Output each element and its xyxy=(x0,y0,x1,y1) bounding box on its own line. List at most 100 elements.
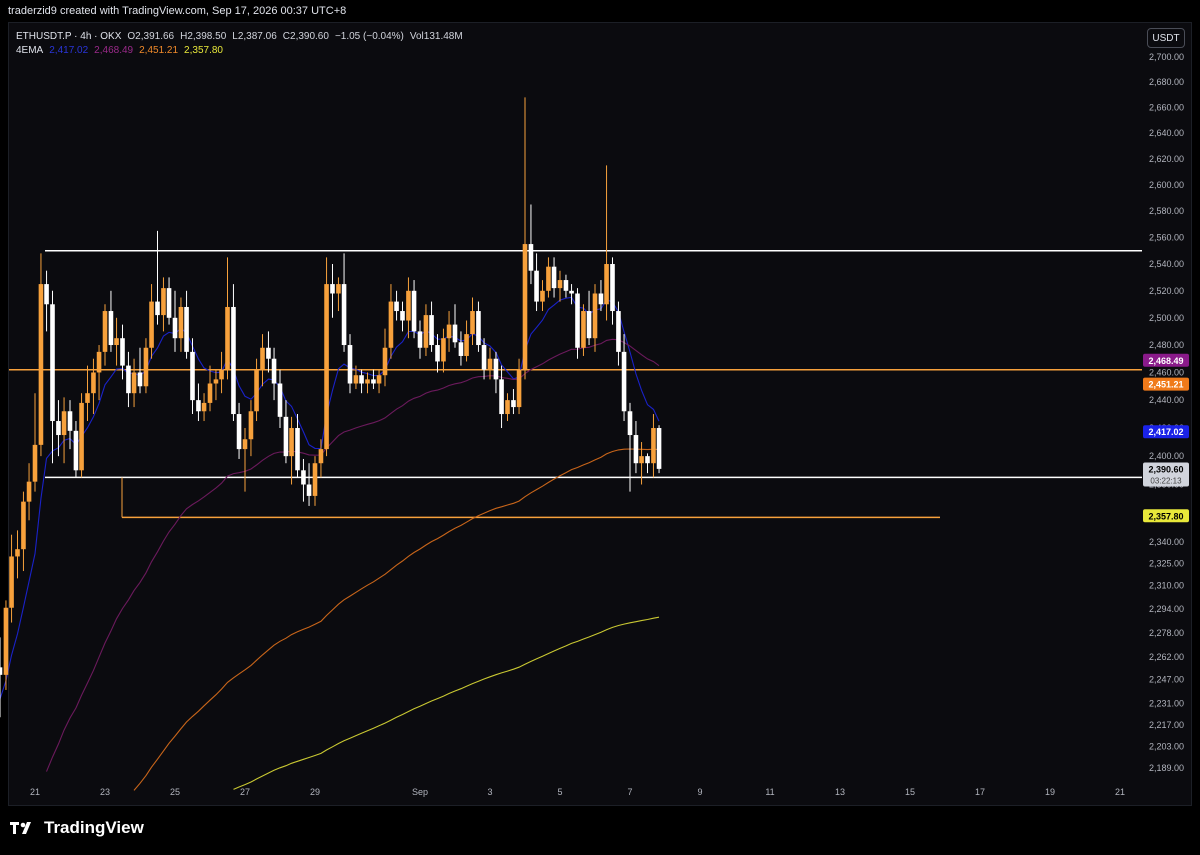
candle-body xyxy=(32,444,38,482)
candle-body xyxy=(592,293,598,339)
candle-body xyxy=(312,463,318,496)
y-tick-label: 2,247.00 xyxy=(1149,674,1184,684)
candle-body xyxy=(166,288,172,318)
candle-body xyxy=(417,331,423,348)
y-tick-label: 2,560.00 xyxy=(1149,232,1184,242)
ema1-value: 2,417.02 xyxy=(49,45,89,56)
candle-body xyxy=(511,400,516,408)
change-value: −1.05 (−0.04%) xyxy=(334,31,404,42)
candle-body xyxy=(388,301,394,348)
ema-line-3 xyxy=(133,448,660,791)
x-tick-label: 5 xyxy=(557,787,562,797)
candle-body xyxy=(67,411,73,431)
candle-body xyxy=(651,428,656,464)
candle-body xyxy=(295,428,300,471)
x-tick-label: 23 xyxy=(100,787,110,797)
x-tick-label: 3 xyxy=(487,787,492,797)
x-tick-label: 15 xyxy=(905,787,915,797)
candle-body xyxy=(242,439,248,450)
price-chart[interactable]: 2,700.00 2,680.00 2,660.00 2,640.00 2,620.00… xyxy=(0,0,1200,855)
candle-body xyxy=(91,372,96,394)
candle-body xyxy=(225,306,230,370)
candle-body xyxy=(429,315,434,346)
ema-indicator-name[interactable]: 4EMA xyxy=(16,44,43,58)
y-tick-label: 2,580.00 xyxy=(1149,206,1184,216)
y-tick-label: 2,400.00 xyxy=(1149,451,1184,461)
x-tick-label: 27 xyxy=(240,787,250,797)
candle-body xyxy=(61,411,67,436)
candle-body xyxy=(38,284,44,445)
y-tick-label: 2,262.00 xyxy=(1149,652,1184,662)
price-label-text: 2,357.80 xyxy=(1148,511,1183,521)
x-tick-label: 17 xyxy=(975,787,985,797)
candle-body xyxy=(260,347,265,370)
x-tick-label: 13 xyxy=(835,787,845,797)
chart-legend: ETHUSDT.P · 4h · OKX O2,391.66 H2,398.50… xyxy=(16,30,463,58)
y-tick-label: 2,278.00 xyxy=(1149,628,1184,638)
y-tick-label: 2,231.00 xyxy=(1149,699,1184,709)
candle-body xyxy=(196,400,201,412)
candle-body xyxy=(610,264,615,312)
open-value: O2,391.66 xyxy=(127,31,175,42)
candle-body xyxy=(155,301,160,316)
candle-body xyxy=(73,430,79,471)
y-tick-label: 2,660.00 xyxy=(1149,103,1184,113)
y-tick-label: 2,460.00 xyxy=(1149,367,1184,377)
candle-body xyxy=(411,290,417,332)
symbol-label[interactable]: ETHUSDT.P · 4h · OKX xyxy=(16,30,121,44)
candle-body xyxy=(347,345,353,384)
candle-body xyxy=(126,365,131,394)
currency-button[interactable]: USDT xyxy=(1147,28,1185,48)
price-label-text: 2,451.21 xyxy=(1148,380,1183,390)
x-tick-label: Sep xyxy=(412,787,428,797)
candle-body xyxy=(201,402,207,412)
candle-body xyxy=(633,435,639,464)
candle-body xyxy=(406,290,411,321)
candle-body xyxy=(271,358,277,384)
tradingview-logo[interactable]: TradingView xyxy=(10,818,144,838)
ema4-value: 2,357.80 xyxy=(184,45,223,56)
y-tick-label: 2,640.00 xyxy=(1149,128,1184,138)
candle-body xyxy=(85,393,90,403)
candle-body xyxy=(336,284,341,294)
candle-body xyxy=(487,358,493,370)
y-tick-label: 2,189.00 xyxy=(1149,763,1184,773)
candle-body xyxy=(522,244,528,370)
candle-body xyxy=(15,549,20,557)
candle-body xyxy=(423,315,429,348)
candle-body xyxy=(161,288,166,316)
close-value: C2,390.60 xyxy=(282,31,329,42)
candle-body xyxy=(277,383,283,417)
y-tick-label: 2,480.00 xyxy=(1149,340,1184,350)
y-tick-label: 2,325.00 xyxy=(1149,559,1184,569)
x-tick-label: 25 xyxy=(170,787,180,797)
y-tick-label: 2,700.00 xyxy=(1149,52,1184,62)
price-label-text: 2,390.60 xyxy=(1148,464,1183,474)
x-tick-label: 9 xyxy=(697,787,702,797)
candle-body xyxy=(120,338,125,366)
high-value: H2,398.50 xyxy=(180,31,227,42)
candle-body xyxy=(452,324,458,343)
candle-body xyxy=(481,345,487,370)
candle-body xyxy=(248,411,254,440)
candle-body xyxy=(458,342,464,356)
candle-body xyxy=(534,270,539,302)
y-tick-label: 2,203.00 xyxy=(1149,741,1184,751)
candle-body xyxy=(236,414,242,450)
x-tick-label: 19 xyxy=(1045,787,1055,797)
candle-body xyxy=(470,311,475,335)
candle-body xyxy=(604,264,609,305)
candle-body xyxy=(516,369,522,408)
candle-body xyxy=(213,379,219,384)
y-tick-label: 2,500.00 xyxy=(1149,313,1184,323)
candle-body xyxy=(137,372,143,387)
candle-body xyxy=(26,481,32,502)
candle-body xyxy=(207,383,213,403)
countdown-text: 03:22:13 xyxy=(1150,476,1182,485)
candle-body xyxy=(441,338,446,362)
candle-body xyxy=(505,400,510,415)
candle-body xyxy=(108,311,114,346)
ema2-value: 2,468.49 xyxy=(94,45,134,56)
x-tick-label: 21 xyxy=(30,787,40,797)
candle-body xyxy=(528,244,534,271)
